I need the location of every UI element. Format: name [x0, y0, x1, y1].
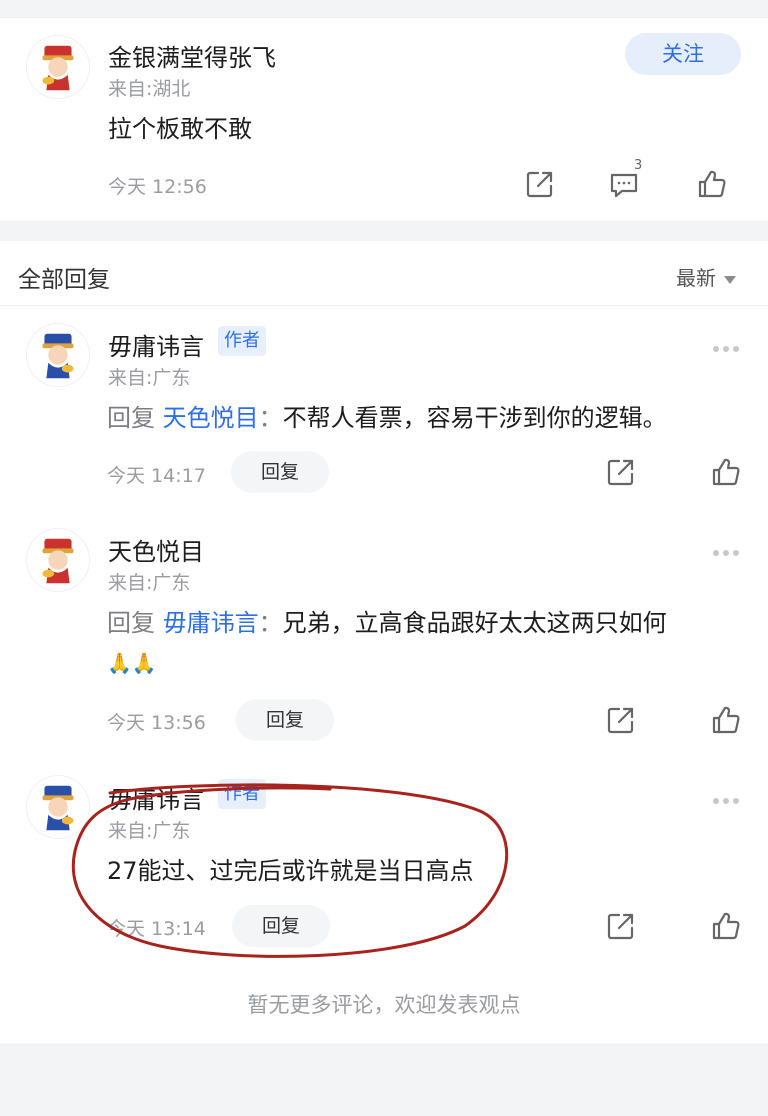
avatar[interactable]: [26, 775, 90, 839]
reply-prefix: 回复: [107, 609, 155, 637]
reply-text: 不帮人看票，容易干涉到你的逻辑。: [282, 404, 667, 432]
reply-button[interactable]: 回复: [231, 451, 329, 493]
reply-time: 今天 13:56: [107, 712, 206, 734]
reply-content: 回复 毋庸讳言：兄弟，立高食品跟好太太这两只如何: [107, 607, 667, 639]
reply-prefix: 回复: [107, 404, 155, 432]
reply-time: 今天 14:17: [107, 465, 206, 487]
reply-text: 兄弟，立高食品跟好太太这两只如何: [282, 609, 667, 637]
reply-location: 来自:广东: [108, 820, 191, 842]
post-content: 拉个板敢不敢: [108, 115, 252, 143]
caret-down-icon: [724, 275, 736, 284]
like-icon[interactable]: [710, 704, 742, 736]
reply-username[interactable]: 天色悦目: [108, 532, 204, 567]
author-badge: 作者: [218, 326, 266, 356]
post-username[interactable]: 金银满堂得张飞: [108, 38, 276, 73]
sort-label: 最新: [676, 266, 716, 290]
mention-link[interactable]: 毋庸讳言: [163, 609, 259, 637]
share-icon[interactable]: [605, 910, 637, 942]
mention-separator: ：: [258, 404, 283, 432]
mention-separator: ：: [258, 609, 283, 637]
reply-button[interactable]: 回复: [232, 905, 330, 947]
author-badge: 作者: [218, 779, 266, 809]
follow-button[interactable]: 关注: [625, 33, 741, 75]
reply-button[interactable]: 回复: [236, 699, 334, 741]
reply-username[interactable]: 毋庸讳言: [108, 780, 204, 815]
avatar[interactable]: [26, 323, 90, 387]
post-card: 金银满堂得张飞 来自:湖北 关注 拉个板敢不敢 今天 12:56 3: [0, 17, 768, 221]
reply-time: 今天 13:14: [107, 918, 206, 940]
like-icon[interactable]: [696, 168, 728, 200]
reply-emoji: 🙏🙏: [107, 651, 157, 675]
reply-username[interactable]: 毋庸讳言: [108, 327, 204, 362]
replies-section: 全部回复 最新 毋庸讳言 作者 来自:广东 回复 天色悦目：不帮人看票，容易干涉…: [0, 241, 768, 1043]
like-icon[interactable]: [710, 910, 742, 942]
share-icon[interactable]: [605, 704, 637, 736]
more-icon[interactable]: [713, 541, 743, 556]
sort-dropdown[interactable]: 最新: [676, 262, 736, 291]
divider: [0, 305, 768, 306]
comment-count: 3: [634, 158, 643, 173]
reply-location: 来自:广东: [108, 572, 191, 594]
like-icon[interactable]: [710, 456, 742, 488]
share-icon[interactable]: [524, 168, 556, 200]
avatar[interactable]: [26, 528, 90, 592]
more-icon[interactable]: [713, 337, 743, 352]
reply-location: 来自:广东: [108, 367, 191, 389]
no-more-comments: 暂无更多评论，欢迎发表观点: [247, 993, 521, 1017]
avatar[interactable]: [26, 35, 90, 99]
reply-content: 回复 天色悦目：不帮人看票，容易干涉到你的逻辑。: [107, 402, 667, 434]
share-icon[interactable]: [605, 456, 637, 488]
more-icon[interactable]: [713, 789, 743, 804]
mention-link[interactable]: 天色悦目: [163, 404, 259, 432]
reply-content: 27能过、过完后或许就是当日高点: [107, 857, 474, 885]
replies-title: 全部回复: [18, 267, 110, 293]
post-time: 今天 12:56: [108, 176, 207, 198]
post-location: 来自:湖北: [108, 78, 191, 100]
